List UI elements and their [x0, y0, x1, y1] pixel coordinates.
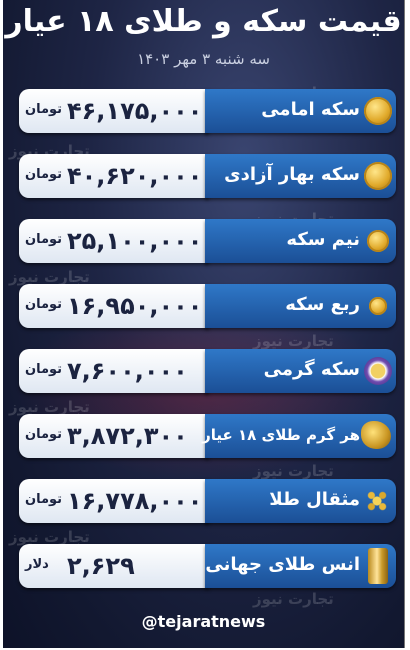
price-value-box: تومان ۱۶,۷۷۸,۰۰۰ — [19, 479, 209, 523]
currency-unit: تومان — [25, 492, 63, 507]
currency-unit: دلار — [25, 557, 49, 572]
half-coin-icon — [367, 230, 389, 252]
price-row-gerami: تومان ۷,۶۰۰,۰۰۰ سکه گرمی — [19, 349, 396, 393]
item-label-box: سکه بهار آزادی — [205, 154, 396, 198]
price-row-gold-18k: تومان ۳,۸۷۲,۳۰۰ هر گرم طلای ۱۸ عیار — [19, 414, 396, 458]
watermark: تجارت نیوز — [253, 462, 334, 480]
watermark: تجارت نیوز — [253, 590, 334, 608]
currency-unit: تومان — [25, 427, 63, 442]
price-value: ۲۵,۱۰۰,۰۰۰ — [67, 227, 203, 255]
gram-coin-icon — [364, 357, 392, 385]
price-row-mesghal: تومان ۱۶,۷۷۸,۰۰۰ مثقال طلا — [19, 479, 396, 523]
item-label: انس طلای جهانی — [205, 554, 360, 575]
price-value: ۴۰,۶۲۰,۰۰۰ — [67, 162, 203, 190]
social-handle: @tejaratnews — [141, 612, 266, 631]
price-value: ۴۶,۱۷۵,۰۰۰ — [67, 97, 203, 125]
gold-coin-icon — [364, 97, 392, 125]
price-value-box: تومان ۷,۶۰۰,۰۰۰ — [19, 349, 209, 393]
gold-coin-icon — [364, 162, 392, 190]
price-value-box: تومان ۴۰,۶۲۰,۰۰۰ — [19, 154, 209, 198]
item-label-box: انس طلای جهانی — [205, 544, 396, 588]
watermark: تجارت نیوز — [253, 332, 334, 350]
price-value-box: دلار ۲,۶۲۹ — [19, 544, 209, 588]
price-value: ۱۶,۷۷۸,۰۰۰ — [67, 487, 203, 515]
currency-unit: تومان — [25, 362, 63, 377]
price-value: ۲,۶۲۹ — [67, 552, 135, 580]
item-label: سکه امامی — [261, 99, 360, 120]
price-value: ۱۶,۹۵۰,۰۰۰ — [67, 292, 203, 320]
item-label-box: ربع سکه — [205, 284, 396, 328]
item-label: مثقال طلا — [269, 489, 360, 510]
quarter-coin-icon — [369, 297, 387, 315]
date-subtitle: سه شنبه ۳ مهر ۱۴۰۳ — [137, 50, 270, 68]
currency-unit: تومان — [25, 102, 63, 117]
price-row-rob-sekke: تومان ۱۶,۹۵۰,۰۰۰ ربع سکه — [19, 284, 396, 328]
currency-unit: تومان — [25, 232, 63, 247]
gold-granules-icon — [363, 487, 391, 515]
page-title: قیمت سکه و طلای ۱۸ عیار — [5, 4, 402, 39]
price-row-ounce: دلار ۲,۶۲۹ انس طلای جهانی — [19, 544, 396, 588]
item-label: نیم سکه — [286, 229, 360, 250]
price-row-emami: تومان ۴۶,۱۷۵,۰۰۰ سکه امامی — [19, 89, 396, 133]
item-label-box: نیم سکه — [205, 219, 396, 263]
item-label-box: هر گرم طلای ۱۸ عیار — [202, 414, 396, 458]
gold-bar-icon — [368, 548, 388, 584]
item-label: سکه بهار آزادی — [224, 164, 360, 185]
currency-unit: تومان — [25, 167, 63, 182]
item-label: سکه گرمی — [263, 359, 360, 380]
gold-nugget-icon — [361, 421, 391, 449]
item-label: هر گرم طلای ۱۸ عیار — [202, 426, 360, 444]
price-value-box: تومان ۳,۸۷۲,۳۰۰ — [19, 414, 209, 458]
price-value: ۳,۸۷۲,۳۰۰ — [67, 422, 188, 450]
price-value: ۷,۶۰۰,۰۰۰ — [67, 357, 188, 385]
price-value-box: تومان ۲۵,۱۰۰,۰۰۰ — [19, 219, 209, 263]
price-value-box: تومان ۴۶,۱۷۵,۰۰۰ — [19, 89, 209, 133]
infographic-card: قیمت سکه و طلای ۱۸ عیار سه شنبه ۳ مهر ۱۴… — [3, 0, 405, 648]
item-label-box: سکه گرمی — [205, 349, 396, 393]
price-value-box: تومان ۱۶,۹۵۰,۰۰۰ — [19, 284, 209, 328]
currency-unit: تومان — [25, 297, 63, 312]
price-row-bahar-azadi: تومان ۴۰,۶۲۰,۰۰۰ سکه بهار آزادی — [19, 154, 396, 198]
price-row-nim-sekke: تومان ۲۵,۱۰۰,۰۰۰ نیم سکه — [19, 219, 396, 263]
item-label-box: مثقال طلا — [205, 479, 396, 523]
item-label: ربع سکه — [285, 294, 360, 315]
item-label-box: سکه امامی — [205, 89, 396, 133]
